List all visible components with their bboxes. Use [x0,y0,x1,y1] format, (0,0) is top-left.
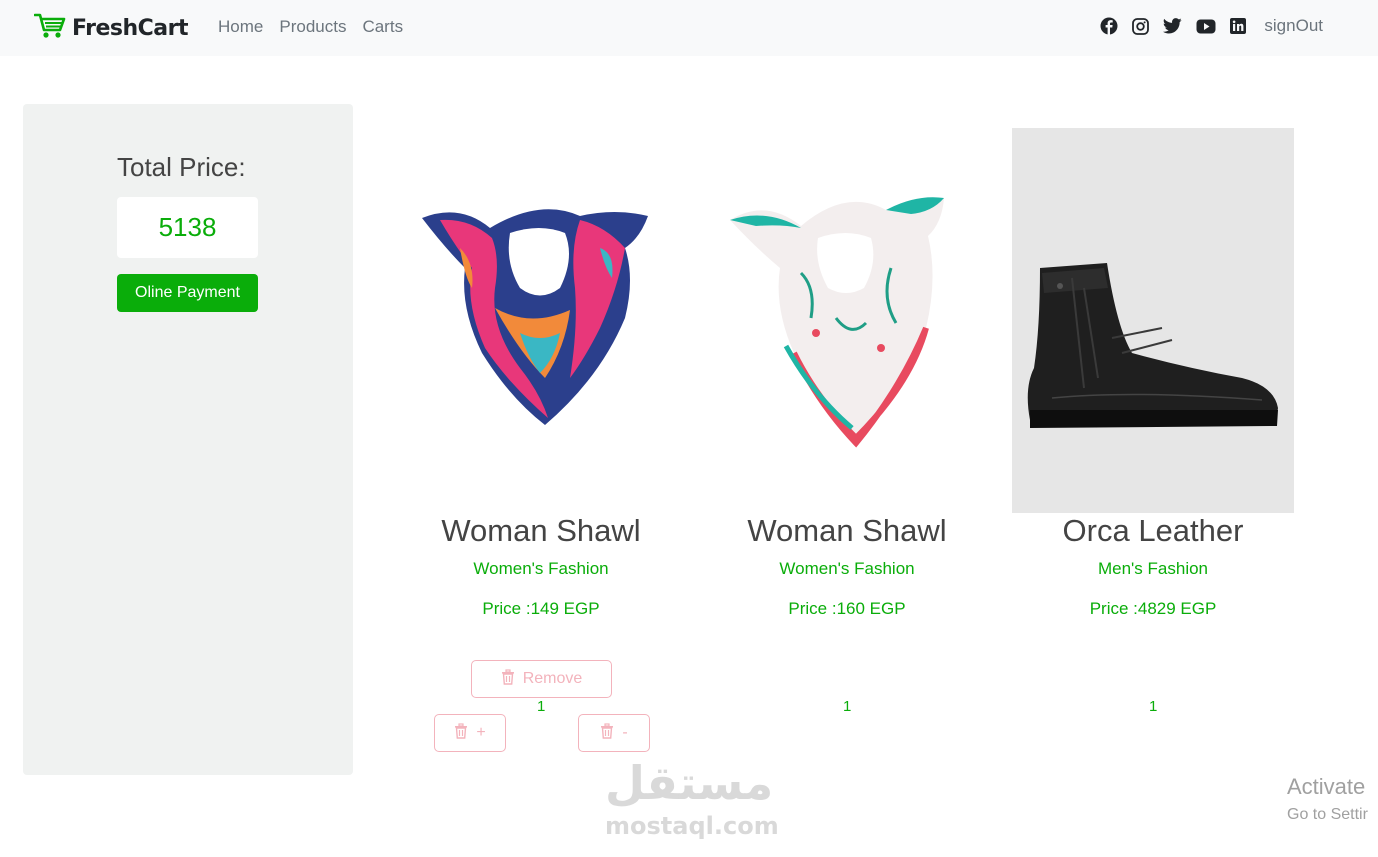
trash-icon [501,668,515,690]
nav-link-products[interactable]: Products [279,17,346,37]
total-price-label: Total Price: [117,152,246,182]
increase-label: + [476,724,486,741]
online-payment-button[interactable]: Oline Payment [117,274,258,312]
nav-link-carts[interactable]: Carts [362,17,403,37]
signout-link[interactable]: signOut [1264,16,1323,36]
cart-item: Woman Shawl Women's Fashion Price :149 E… [400,128,682,619]
remove-button[interactable]: Remove [471,660,612,698]
item-quantity: 1 [843,698,852,715]
nav-social: signOut [1100,16,1323,36]
cart-item: Woman Shawl Women's Fashion Price :160 E… [706,128,988,619]
trash-icon [600,722,614,744]
instagram-icon[interactable] [1132,17,1150,35]
watermark-latin: mostaql.com [605,812,779,840]
activate-windows-subtitle: Go to Settir [1287,806,1368,823]
decrease-quantity-button[interactable]: - [578,714,650,752]
item-quantity: 1 [537,698,546,715]
product-price: Price :149 EGP [482,599,600,618]
cart-icon [33,12,66,45]
product-title: Woman Shawl [441,513,641,548]
facebook-icon[interactable] [1100,17,1118,35]
product-title: Woman Shawl [747,513,947,548]
activate-windows-title: Activate [1287,774,1366,799]
product-image-boot [1012,128,1294,513]
decrease-label: - [622,724,628,741]
product-price: Price :160 EGP [788,599,906,618]
total-price-value: 5138 [117,197,258,258]
product-title: Orca Leather [1062,513,1244,548]
product-image-scarf-white [706,128,988,513]
remove-label: Remove [522,670,583,687]
nav-link-home[interactable]: Home [218,17,263,37]
item-quantity: 1 [1149,698,1158,715]
product-category: Men's Fashion [1097,559,1209,578]
product-category: Women's Fashion [473,559,609,578]
watermark-arabic: مستقل [605,756,774,810]
linkedin-icon[interactable] [1230,18,1247,34]
twitter-icon[interactable] [1163,18,1183,34]
youtube-icon[interactable] [1196,19,1216,34]
cart-item: Orca Leather Men's Fashion Price :4829 E… [1012,128,1294,619]
increase-quantity-button[interactable]: + [434,714,506,752]
trash-icon [454,722,468,744]
brand-name: FreshCart [72,16,189,41]
navbar: FreshCart Home Products Carts signOut [0,0,1378,56]
brand-logo[interactable]: FreshCart [33,12,189,45]
nav-links: Home Products Carts [218,17,403,37]
product-price: Price :4829 EGP [1089,599,1217,618]
cart-summary-panel: Total Price: 5138 Oline Payment [23,104,353,775]
product-category: Women's Fashion [779,559,915,578]
product-image-scarf-blue [400,128,682,513]
